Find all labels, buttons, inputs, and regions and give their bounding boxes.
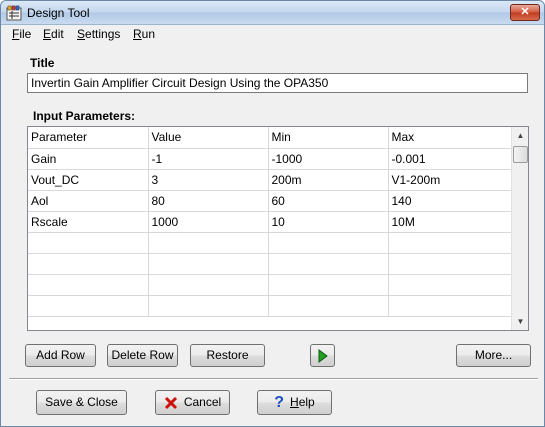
cell-parameter[interactable]: Gain bbox=[28, 148, 149, 170]
run-button[interactable] bbox=[310, 344, 335, 367]
cell-value[interactable] bbox=[148, 274, 269, 296]
question-mark-icon: ? bbox=[274, 394, 285, 412]
cell-max[interactable] bbox=[388, 295, 512, 317]
cell-max[interactable]: -0.001 bbox=[388, 148, 512, 170]
restore-button[interactable]: Restore bbox=[190, 344, 265, 367]
cell-max[interactable]: V1-200m bbox=[388, 169, 512, 191]
cell-value[interactable] bbox=[148, 295, 269, 317]
more-button[interactable]: More... bbox=[456, 344, 531, 367]
cell-parameter[interactable]: Vout_DC bbox=[28, 169, 149, 191]
menu-settings-accel: S bbox=[77, 27, 86, 41]
cell-max[interactable]: 140 bbox=[388, 190, 512, 212]
table-row bbox=[28, 274, 512, 296]
table-row: Gain -1 -1000 -0.001 bbox=[28, 148, 512, 170]
parameters-table: Parameter Value Min Max Gain -1 -1000 -0… bbox=[28, 127, 512, 317]
cell-parameter[interactable] bbox=[28, 253, 149, 275]
menu-settings[interactable]: Settings bbox=[77, 27, 120, 41]
menu-run[interactable]: Run bbox=[133, 27, 155, 41]
cell-parameter[interactable]: Aol bbox=[28, 190, 149, 212]
menu-bar: File Edit Settings Run bbox=[2, 25, 543, 44]
header-max[interactable]: Max bbox=[388, 127, 512, 149]
app-icon bbox=[6, 5, 22, 21]
header-min[interactable]: Min bbox=[268, 127, 389, 149]
menu-file-label: ile bbox=[19, 27, 32, 41]
cell-min[interactable]: 200m bbox=[268, 169, 389, 191]
cell-max[interactable] bbox=[388, 253, 512, 275]
help-accel: H bbox=[290, 395, 299, 409]
title-label: Title bbox=[30, 56, 55, 70]
cancel-x-icon bbox=[164, 396, 177, 409]
cell-value[interactable]: 1000 bbox=[148, 211, 269, 233]
menu-run-accel: R bbox=[133, 27, 142, 41]
add-row-button[interactable]: Add Row bbox=[25, 344, 96, 367]
cell-min[interactable]: -1000 bbox=[268, 148, 389, 170]
table-row bbox=[28, 295, 512, 317]
cancel-label: Cancel bbox=[183, 395, 222, 409]
cell-value[interactable]: 80 bbox=[148, 190, 269, 212]
cell-value[interactable] bbox=[148, 232, 269, 254]
cell-max[interactable] bbox=[388, 232, 512, 254]
title-bar: Design Tool ✕ bbox=[1, 1, 544, 25]
menu-edit-label: dit bbox=[51, 27, 64, 41]
cell-min[interactable] bbox=[268, 253, 389, 275]
cell-max[interactable]: 10M bbox=[388, 211, 512, 233]
cell-min[interactable] bbox=[268, 274, 389, 296]
cell-min[interactable] bbox=[268, 232, 389, 254]
cell-min[interactable]: 60 bbox=[268, 190, 389, 212]
scroll-up-arrow-icon[interactable]: ▲ bbox=[512, 127, 528, 144]
menu-file[interactable]: File bbox=[12, 27, 31, 41]
separator bbox=[9, 378, 538, 380]
vertical-scrollbar[interactable]: ▲ ▼ bbox=[511, 127, 528, 330]
cancel-button[interactable]: Cancel bbox=[155, 390, 230, 415]
help-button[interactable]: ? Help bbox=[257, 390, 332, 415]
delete-row-button[interactable]: Delete Row bbox=[107, 344, 178, 367]
cell-value[interactable]: -1 bbox=[148, 148, 269, 170]
menu-edit[interactable]: Edit bbox=[43, 27, 64, 41]
cell-min[interactable]: 10 bbox=[268, 211, 389, 233]
design-tool-window: Design Tool ✕ File Edit Settings Run Tit… bbox=[0, 0, 545, 427]
cell-parameter[interactable]: Rscale bbox=[28, 211, 149, 233]
table-row: Vout_DC 3 200m V1-200m bbox=[28, 169, 512, 191]
menu-edit-accel: E bbox=[43, 27, 52, 41]
save-close-button[interactable]: Save & Close bbox=[36, 390, 127, 415]
menu-settings-label: ettings bbox=[85, 27, 121, 41]
scroll-down-arrow-icon[interactable]: ▼ bbox=[512, 313, 528, 330]
header-value[interactable]: Value bbox=[148, 127, 269, 149]
grid-header-row: Parameter Value Min Max bbox=[28, 127, 512, 149]
menu-run-label: un bbox=[141, 27, 156, 41]
cell-parameter[interactable] bbox=[28, 232, 149, 254]
input-parameters-label: Input Parameters: bbox=[33, 109, 136, 123]
table-row: Rscale 1000 10 10M bbox=[28, 211, 512, 233]
table-row: Aol 80 60 140 bbox=[28, 190, 512, 212]
cell-min[interactable] bbox=[268, 295, 389, 317]
cell-parameter[interactable] bbox=[28, 295, 149, 317]
cell-parameter[interactable] bbox=[28, 274, 149, 296]
help-label: Help bbox=[290, 395, 315, 409]
parameters-grid: Parameter Value Min Max Gain -1 -1000 -0… bbox=[27, 126, 529, 331]
cell-max[interactable] bbox=[388, 274, 512, 296]
header-parameter[interactable]: Parameter bbox=[28, 127, 149, 149]
table-row bbox=[28, 253, 512, 275]
title-input[interactable]: Invertin Gain Amplifier Circuit Design U… bbox=[27, 73, 528, 93]
close-button[interactable]: ✕ bbox=[510, 4, 540, 21]
table-row bbox=[28, 232, 512, 254]
cell-value[interactable]: 3 bbox=[148, 169, 269, 191]
scroll-thumb[interactable] bbox=[513, 146, 528, 163]
cell-value[interactable] bbox=[148, 253, 269, 275]
window-title: Design Tool bbox=[27, 6, 90, 20]
play-icon bbox=[318, 349, 328, 363]
